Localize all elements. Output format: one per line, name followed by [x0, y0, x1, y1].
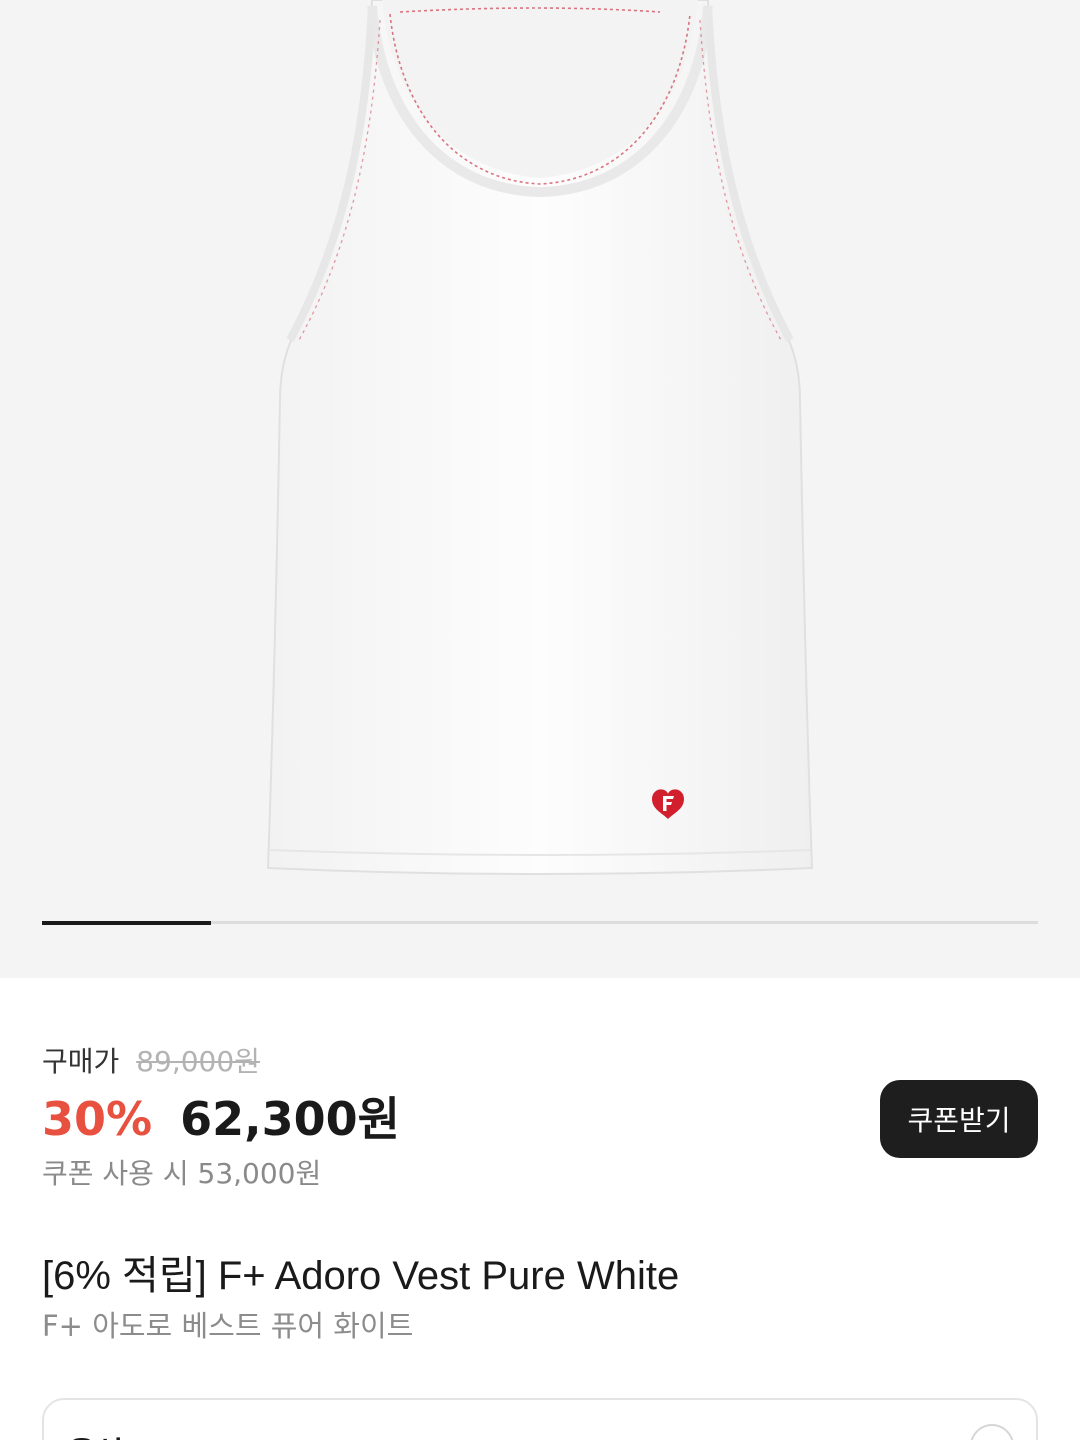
sale-price-row: 30% 62,300원 — [42, 1088, 400, 1150]
option-selector[interactable]: 옵션 — [42, 1398, 1038, 1440]
product-title: [6% 적립] F+ Adoro Vest Pure White — [42, 1254, 680, 1298]
product-image — [266, 0, 814, 875]
product-image-carousel[interactable] — [0, 0, 1080, 978]
product-detail-page: 구매가 89,000원 30% 62,300원 쿠폰 사용 시 53,000원 … — [0, 0, 1080, 1440]
sale-price: 62,300원 — [180, 1092, 400, 1146]
product-subtitle: F+ 아도로 베스트 퓨어 화이트 — [42, 1309, 414, 1343]
option-label: 옵션 — [68, 1428, 123, 1440]
buy-price-label: 구매가 — [42, 1045, 120, 1078]
purchase-price-row: 구매가 89,000원 — [42, 1040, 260, 1084]
coupon-price-text: 쿠폰 사용 시 53,000원 — [42, 1157, 322, 1190]
carousel-progress-indicator — [42, 920, 211, 925]
carousel-progress-track — [42, 920, 1038, 925]
chevron-down-icon[interactable] — [970, 1424, 1014, 1440]
get-coupon-button[interactable]: 쿠폰받기 — [880, 1080, 1038, 1158]
original-price: 89,000원 — [136, 1045, 260, 1078]
discount-rate: 30% — [42, 1092, 153, 1146]
